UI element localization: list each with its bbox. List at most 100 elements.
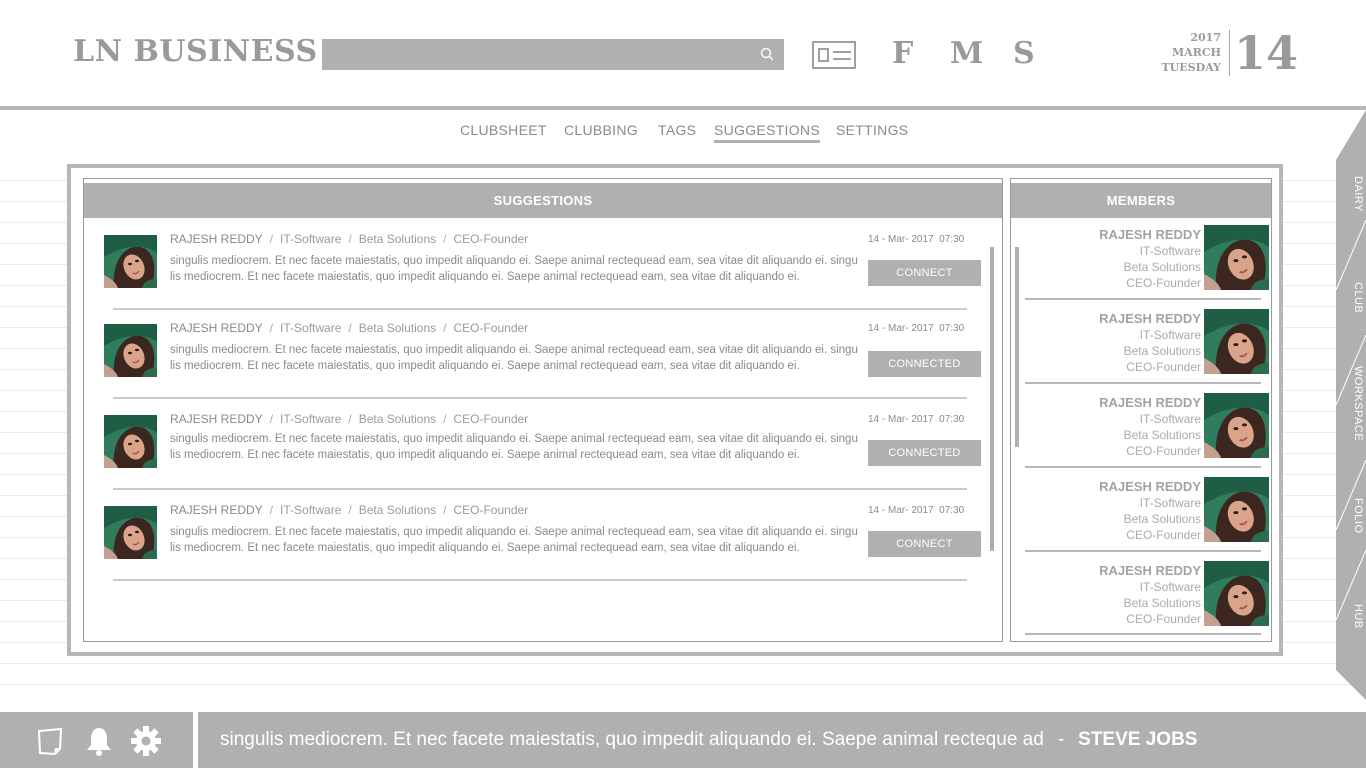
side-tab-workspace[interactable]: WORKSPACE — [1338, 366, 1364, 441]
timestamp: 14 - Mar- 2017 07:30 — [868, 414, 965, 425]
tab-clubbing[interactable]: CLUBBING — [564, 122, 638, 140]
suggestion-meta: RAJESH REDDY / IT-Software / Beta Solutions /… — [170, 412, 529, 426]
members-panel: MEMBERS RAJESH REDDY IT-Software Beta So… — [1010, 178, 1272, 642]
divider — [113, 488, 967, 490]
main-nav: CLUBSHEET CLUBBING TAGS SUGGESTIONS SETT… — [0, 110, 1366, 160]
suggestions-panel: SUGGESTIONS RAJESH REDDY / IT-Software / Bet… — [83, 178, 1003, 642]
scrollbar[interactable] — [1015, 247, 1019, 447]
member-company: Beta Solutions — [1123, 344, 1201, 358]
date-divider — [1229, 30, 1230, 76]
member-company: Beta Solutions — [358, 503, 437, 517]
header: LN BUSINESS F M S 2017 MARCH TUESDAY 14 — [0, 0, 1366, 110]
date-weekday: TUESDAY — [1161, 61, 1222, 74]
bell-icon[interactable] — [83, 725, 115, 757]
member-company: Beta Solutions — [1123, 596, 1201, 610]
member-company: Beta Solutions — [358, 321, 437, 335]
member-role: CEO-Founder — [1126, 360, 1201, 374]
avatar[interactable] — [104, 506, 157, 559]
member-name[interactable]: RAJESH REDDY — [170, 412, 263, 426]
side-tab-club[interactable]: CLUB — [1338, 282, 1364, 313]
avatar[interactable] — [104, 235, 157, 288]
quote-bar: singulis mediocrem. Et nec facete maiest… — [198, 712, 1366, 768]
suggestion-item: RAJESH REDDY / IT-Software / Beta Solutions /… — [102, 400, 982, 490]
gear-icon[interactable] — [130, 725, 162, 757]
suggestion-item: RAJESH REDDY / IT-Software / Beta Solutions /… — [102, 220, 982, 310]
member-item[interactable]: RAJESH REDDY IT-Software Beta Solutions … — [1023, 477, 1269, 563]
member-role: CEO-Founder — [1126, 528, 1201, 542]
tab-clubsheet[interactable]: CLUBSHEET — [460, 122, 547, 140]
side-tab-folio[interactable]: FOLIO — [1338, 498, 1364, 534]
tab-suggestions[interactable]: SUGGESTIONS — [714, 122, 820, 143]
divider — [1025, 298, 1261, 300]
quote-author: STEVE JOBS — [1078, 729, 1198, 750]
member-industry: IT-Software — [1139, 328, 1201, 342]
footer-toolbar — [0, 712, 193, 768]
quote: singulis mediocrem. Et nec facete maiest… — [220, 729, 1198, 750]
member-name: RAJESH REDDY — [1099, 227, 1201, 242]
suggestion-meta: RAJESH REDDY / IT-Software / Beta Solutions /… — [170, 503, 529, 517]
connect-button[interactable]: CONNECT — [868, 531, 981, 557]
member-item[interactable]: RAJESH REDDY IT-Software Beta Solutions … — [1023, 393, 1269, 479]
member-item[interactable]: RAJESH REDDY IT-Software Beta Solutions … — [1023, 225, 1269, 311]
divider — [113, 397, 967, 399]
divider — [113, 579, 967, 581]
side-tab-dairy[interactable]: DAIRY — [1338, 176, 1364, 212]
member-company: Beta Solutions — [358, 232, 437, 246]
suggestion-text: singulis mediocrem. Et nec facete maiest… — [170, 433, 858, 461]
suggestion-item: RAJESH REDDY / IT-Software / Beta Solutions /… — [102, 309, 982, 399]
search-icon[interactable] — [760, 47, 774, 61]
member-item[interactable]: RAJESH REDDY IT-Software Beta Solutions … — [1023, 309, 1269, 395]
member-role: CEO-Founder — [1126, 276, 1201, 290]
member-role: CEO-Founder — [453, 503, 529, 517]
timestamp: 14 - Mar- 2017 07:30 — [868, 323, 965, 334]
id-card-icon[interactable] — [812, 41, 856, 69]
avatar[interactable] — [1204, 477, 1269, 542]
search-bar[interactable] — [322, 39, 784, 70]
logo[interactable]: LN BUSINESS — [73, 34, 318, 69]
avatar[interactable] — [1204, 393, 1269, 458]
member-name[interactable]: RAJESH REDDY — [170, 321, 263, 335]
member-name: RAJESH REDDY — [1099, 395, 1201, 410]
member-info: RAJESH REDDY IT-Software Beta Solutions … — [1099, 311, 1201, 375]
divider — [1025, 382, 1261, 384]
tab-tags[interactable]: TAGS — [658, 122, 696, 140]
connect-button[interactable]: CONNECT — [868, 260, 981, 286]
side-tabs: DAIRY CLUB WORKSPACE FOLIO HUB — [1336, 110, 1366, 700]
member-info: RAJESH REDDY IT-Software Beta Solutions … — [1099, 395, 1201, 459]
avatar[interactable] — [1204, 561, 1269, 626]
divider — [1025, 550, 1261, 552]
suggestion-text: singulis mediocrem. Et nec facete maiest… — [170, 526, 858, 554]
avatar[interactable] — [104, 324, 157, 377]
suggestion-meta: RAJESH REDDY / IT-Software / Beta Solutions /… — [170, 232, 529, 246]
member-industry: IT-Software — [280, 232, 342, 246]
divider — [1025, 466, 1261, 468]
member-industry: IT-Software — [280, 321, 342, 335]
member-industry: IT-Software — [280, 412, 342, 426]
member-item[interactable]: RAJESH REDDY IT-Software Beta Solutions … — [1023, 561, 1269, 647]
letter-m-button[interactable]: M — [950, 36, 983, 71]
connected-button[interactable]: CONNECTED — [868, 351, 981, 377]
search-input[interactable] — [322, 39, 742, 70]
member-role: CEO-Founder — [1126, 612, 1201, 626]
letter-s-button[interactable]: S — [1013, 36, 1035, 71]
member-name[interactable]: RAJESH REDDY — [170, 232, 263, 246]
member-company: Beta Solutions — [1123, 428, 1201, 442]
letter-f-button[interactable]: F — [892, 36, 913, 71]
member-name[interactable]: RAJESH REDDY — [170, 503, 263, 517]
suggestion-meta: RAJESH REDDY / IT-Software / Beta Solutions /… — [170, 321, 529, 335]
scrollbar[interactable] — [990, 247, 994, 551]
notes-icon[interactable] — [34, 725, 66, 757]
date-block: 2017 MARCH TUESDAY — [1150, 30, 1222, 75]
quote-text: singulis mediocrem. Et nec facete maiest… — [220, 729, 1044, 750]
connected-button[interactable]: CONNECTED — [868, 440, 981, 466]
avatar[interactable] — [104, 415, 157, 468]
member-info: RAJESH REDDY IT-Software Beta Solutions … — [1099, 479, 1201, 543]
avatar[interactable] — [1204, 225, 1269, 290]
avatar[interactable] — [1204, 309, 1269, 374]
side-tab-hub[interactable]: HUB — [1338, 604, 1364, 629]
timestamp: 14 - Mar- 2017 07:30 — [868, 234, 965, 245]
tab-settings[interactable]: SETTINGS — [836, 122, 908, 140]
member-company: Beta Solutions — [358, 412, 437, 426]
suggestion-item: RAJESH REDDY / IT-Software / Beta Solutions /… — [102, 491, 982, 581]
member-name: RAJESH REDDY — [1099, 563, 1201, 578]
